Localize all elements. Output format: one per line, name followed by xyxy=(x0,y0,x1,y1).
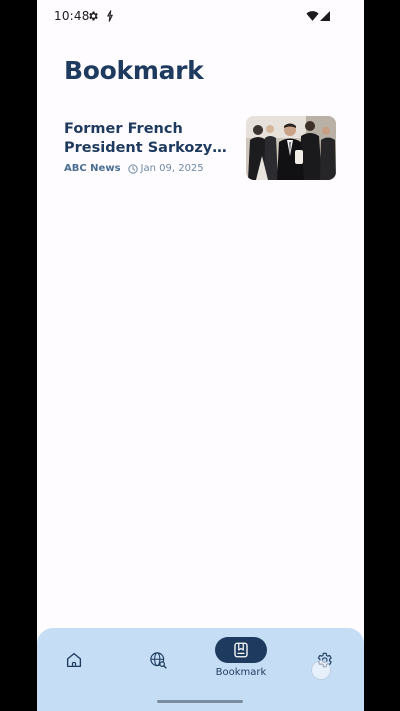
nav-label-bookmark: Bookmark xyxy=(215,667,267,678)
article-title: Former French President Sarkozy de… xyxy=(64,121,213,156)
article-meta: ABC News Jan 09, 2025 xyxy=(64,163,204,174)
status-bar: 10:48 xyxy=(37,0,364,32)
touch-indicator xyxy=(311,660,331,680)
nav-item-home[interactable] xyxy=(42,628,106,688)
nav-item-explore[interactable] xyxy=(126,628,190,688)
article-date: Jan 09, 2025 xyxy=(140,163,204,174)
status-time: 10:48 xyxy=(54,9,90,23)
clock-icon xyxy=(127,163,138,174)
page-title: Bookmark xyxy=(64,56,204,85)
wifi-icon xyxy=(306,11,319,21)
article-thumbnail xyxy=(246,116,336,180)
sync-icon xyxy=(107,10,113,22)
bookmark-icon xyxy=(234,642,248,658)
home-icon xyxy=(66,652,82,668)
app-screen: 10:48 Bookmark Former French President S… xyxy=(37,0,364,711)
signal-icon xyxy=(320,11,330,21)
bookmarked-article-card[interactable]: Former French President Sarkozy de… ABC … xyxy=(64,116,336,182)
gesture-home-indicator[interactable] xyxy=(157,700,243,703)
news-photo xyxy=(246,116,336,180)
globe-search-icon xyxy=(150,652,167,669)
article-source: ABC News xyxy=(64,163,121,174)
active-indicator xyxy=(215,637,267,663)
nav-item-bookmark[interactable]: Bookmark xyxy=(209,628,273,688)
gear-icon xyxy=(89,11,98,21)
